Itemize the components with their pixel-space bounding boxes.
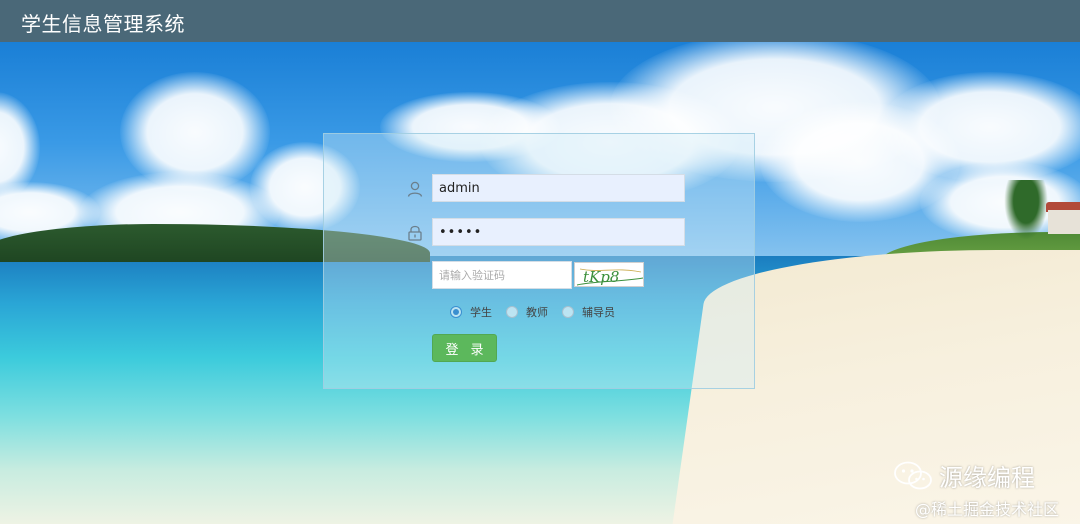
role-radio[interactable] [450,306,462,318]
role-label: 教师 [526,306,548,319]
watermark-subtitle: @稀土掘金技术社区 [915,500,1060,519]
role-option[interactable]: 学生 [450,304,492,320]
login-form: tKp8 学生 教师 辅导员 登录 [323,133,755,389]
house [1048,210,1080,234]
captcha-image[interactable]: tKp8 [574,262,644,287]
tree [1004,180,1048,240]
password-input[interactable] [432,218,685,246]
app-title: 学生信息管理系统 [21,12,185,36]
role-option[interactable]: 教师 [506,304,548,320]
radio-selected-dot [453,309,459,315]
user-icon [406,180,424,198]
role-option[interactable]: 辅导员 [562,304,615,320]
username-input[interactable] [432,174,685,202]
watermark-title: 源缘编程 [939,464,1035,492]
lock-icon [406,224,424,242]
wechat-icon [893,460,933,492]
captcha-input[interactable] [432,261,572,289]
role-label: 学生 [470,306,492,319]
captcha-char: tKp8 [583,268,619,286]
login-button[interactable]: 登录 [432,334,497,362]
role-label: 辅导员 [582,306,615,319]
login-page: 学生信息管理系统 admin ••••• 请输入验证码 tKp8 学生 教师 辅… [0,0,1080,524]
role-radio-group: 学生 教师 辅导员 [450,304,629,320]
role-radio[interactable] [506,306,518,318]
app-header: 学生信息管理系统 [0,0,1080,42]
role-radio[interactable] [562,306,574,318]
